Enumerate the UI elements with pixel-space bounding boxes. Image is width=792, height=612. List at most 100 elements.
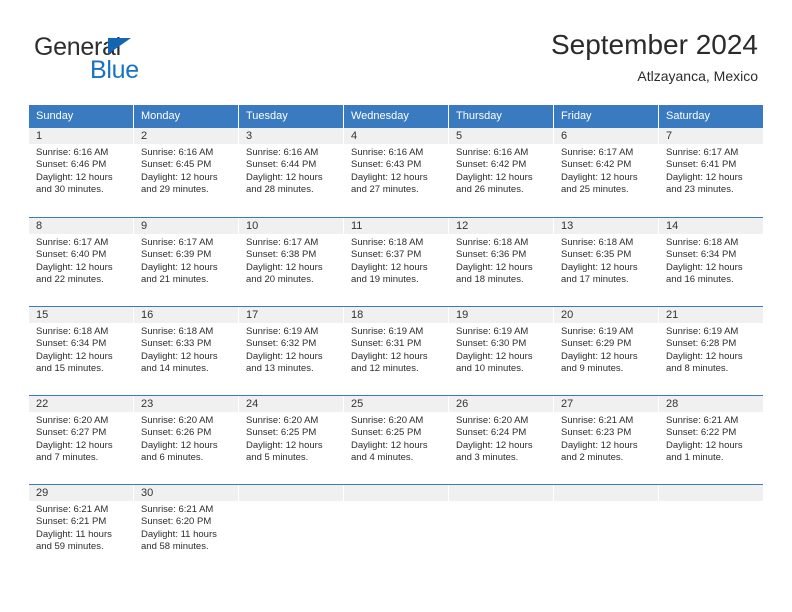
day-details: Sunrise: 6:17 AM Sunset: 6:39 PM Daylight:… [134, 234, 238, 287]
sunset-text: Sunset: 6:36 PM [456, 249, 527, 261]
sunset-text: Sunset: 6:30 PM [456, 338, 527, 350]
sunrise-text: Sunrise: 6:20 AM [246, 415, 319, 426]
sunset-text: Sunset: 6:43 PM [351, 159, 422, 171]
day-cell[interactable]: 18 Sunrise: 6:19 AM Sunset: 6:31 PM Dayligh… [344, 307, 449, 395]
calendar-grid: Sunday Monday Tuesday Wednesday Thursday… [29, 105, 763, 573]
daylight-text: Daylight: 12 hours and 4 minutes. [351, 439, 428, 464]
page-title: September 2024 [550, 29, 758, 60]
sunrise-text: Sunrise: 6:19 AM [561, 326, 634, 337]
day-number: 19 [449, 307, 553, 323]
day-number: 25 [344, 396, 448, 412]
day-details: Sunrise: 6:16 AM Sunset: 6:42 PM Daylight:… [449, 144, 553, 197]
day-details: Sunrise: 6:16 AM Sunset: 6:45 PM Daylight:… [134, 144, 238, 197]
day-number: 15 [29, 307, 133, 323]
day-number: 8 [29, 218, 133, 234]
daylight-text: Daylight: 12 hours and 2 minutes. [561, 439, 638, 464]
daylight-text: Daylight: 12 hours and 5 minutes. [246, 439, 323, 464]
day-details: Sunrise: 6:20 AM Sunset: 6:24 PM Daylight:… [449, 412, 553, 465]
sunset-text: Sunset: 6:38 PM [246, 249, 317, 261]
day-cell[interactable]: 16 Sunrise: 6:18 AM Sunset: 6:33 PM Dayligh… [134, 307, 239, 395]
sunrise-text: Sunrise: 6:20 AM [36, 415, 109, 426]
daylight-text: Daylight: 11 hours and 58 minutes. [141, 528, 217, 553]
daylight-text: Daylight: 12 hours and 1 minute. [666, 439, 743, 464]
day-details: Sunrise: 6:21 AM Sunset: 6:23 PM Daylight:… [554, 412, 658, 465]
sunrise-text: Sunrise: 6:18 AM [666, 237, 739, 248]
day-cell[interactable]: 20 Sunrise: 6:19 AM Sunset: 6:29 PM Dayligh… [554, 307, 659, 395]
day-cell[interactable]: 30 Sunrise: 6:21 AM Sunset: 6:20 PM Dayligh… [134, 485, 239, 573]
day-cell[interactable]: 9 Sunrise: 6:17 AM Sunset: 6:39 PM Daylight… [134, 218, 239, 306]
day-number: 12 [449, 218, 553, 234]
day-cell[interactable]: 7 Sunrise: 6:17 AM Sunset: 6:41 PM Daylight… [659, 128, 763, 217]
day-cell-empty [554, 485, 659, 573]
day-number: 11 [344, 218, 448, 234]
daylight-text: Daylight: 12 hours and 30 minutes. [36, 171, 113, 196]
day-number [449, 485, 553, 501]
day-number: 26 [449, 396, 553, 412]
day-cell[interactable]: 29 Sunrise: 6:21 AM Sunset: 6:21 PM Dayligh… [29, 485, 134, 573]
daylight-text: Daylight: 12 hours and 10 minutes. [456, 350, 533, 375]
day-cell[interactable]: 28 Sunrise: 6:21 AM Sunset: 6:22 PM Dayligh… [659, 396, 763, 484]
day-number: 2 [134, 128, 238, 144]
day-details: Sunrise: 6:17 AM Sunset: 6:42 PM Daylight:… [554, 144, 658, 197]
day-cell[interactable]: 17 Sunrise: 6:19 AM Sunset: 6:32 PM Dayligh… [239, 307, 344, 395]
day-number: 14 [659, 218, 763, 234]
sunrise-text: Sunrise: 6:19 AM [246, 326, 319, 337]
sunrise-text: Sunrise: 6:18 AM [36, 326, 109, 337]
day-cell[interactable]: 1 Sunrise: 6:16 AM Sunset: 6:46 PM Daylight… [29, 128, 134, 217]
sunrise-text: Sunrise: 6:18 AM [351, 237, 424, 248]
day-cell[interactable]: 6 Sunrise: 6:17 AM Sunset: 6:42 PM Daylight… [554, 128, 659, 217]
sunset-text: Sunset: 6:25 PM [351, 427, 422, 439]
day-cell[interactable]: 13 Sunrise: 6:18 AM Sunset: 6:35 PM Dayligh… [554, 218, 659, 306]
day-cell[interactable]: 25 Sunrise: 6:20 AM Sunset: 6:25 PM Dayligh… [344, 396, 449, 484]
day-cell[interactable]: 4 Sunrise: 6:16 AM Sunset: 6:43 PM Daylight… [344, 128, 449, 217]
week-row: 29 Sunrise: 6:21 AM Sunset: 6:21 PM Dayligh… [29, 484, 763, 573]
day-number: 1 [29, 128, 133, 144]
day-cell[interactable]: 26 Sunrise: 6:20 AM Sunset: 6:24 PM Dayligh… [449, 396, 554, 484]
sunrise-text: Sunrise: 6:17 AM [246, 237, 319, 248]
day-number: 17 [239, 307, 343, 323]
day-cell[interactable]: 8 Sunrise: 6:17 AM Sunset: 6:40 PM Daylight… [29, 218, 134, 306]
day-cell[interactable]: 24 Sunrise: 6:20 AM Sunset: 6:25 PM Dayligh… [239, 396, 344, 484]
sunrise-text: Sunrise: 6:21 AM [561, 415, 634, 426]
sunrise-text: Sunrise: 6:20 AM [141, 415, 214, 426]
daylight-text: Daylight: 12 hours and 23 minutes. [666, 171, 743, 196]
sunset-text: Sunset: 6:33 PM [141, 338, 212, 350]
daylight-text: Daylight: 12 hours and 16 minutes. [666, 261, 743, 286]
day-details: Sunrise: 6:16 AM Sunset: 6:43 PM Daylight:… [344, 144, 448, 197]
day-cell[interactable]: 23 Sunrise: 6:20 AM Sunset: 6:26 PM Dayligh… [134, 396, 239, 484]
day-cell[interactable]: 11 Sunrise: 6:18 AM Sunset: 6:37 PM Dayligh… [344, 218, 449, 306]
day-number: 10 [239, 218, 343, 234]
day-cell[interactable]: 19 Sunrise: 6:19 AM Sunset: 6:30 PM Dayligh… [449, 307, 554, 395]
day-number [554, 485, 658, 501]
page-header: General Blue September 2024 Atlzayanca, … [0, 0, 792, 100]
day-cell[interactable]: 21 Sunrise: 6:19 AM Sunset: 6:28 PM Dayligh… [659, 307, 763, 395]
day-cell[interactable]: 3 Sunrise: 6:16 AM Sunset: 6:44 PM Daylight… [239, 128, 344, 217]
day-details: Sunrise: 6:16 AM Sunset: 6:46 PM Daylight:… [29, 144, 133, 197]
weekday-header-wednesday: Wednesday [344, 105, 449, 128]
week-row: 15 Sunrise: 6:18 AM Sunset: 6:34 PM Dayligh… [29, 306, 763, 395]
daylight-text: Daylight: 12 hours and 29 minutes. [141, 171, 218, 196]
sunrise-text: Sunrise: 6:19 AM [456, 326, 529, 337]
day-cell[interactable]: 12 Sunrise: 6:18 AM Sunset: 6:36 PM Dayligh… [449, 218, 554, 306]
day-cell[interactable]: 10 Sunrise: 6:17 AM Sunset: 6:38 PM Dayligh… [239, 218, 344, 306]
sunset-text: Sunset: 6:46 PM [36, 159, 107, 171]
sunset-text: Sunset: 6:28 PM [666, 338, 737, 350]
day-cell[interactable]: 22 Sunrise: 6:20 AM Sunset: 6:27 PM Dayligh… [29, 396, 134, 484]
day-cell[interactable]: 5 Sunrise: 6:16 AM Sunset: 6:42 PM Daylight… [449, 128, 554, 217]
daylight-text: Daylight: 12 hours and 6 minutes. [141, 439, 218, 464]
sunrise-text: Sunrise: 6:18 AM [141, 326, 214, 337]
daylight-text: Daylight: 12 hours and 22 minutes. [36, 261, 113, 286]
day-number: 18 [344, 307, 448, 323]
day-cell[interactable]: 15 Sunrise: 6:18 AM Sunset: 6:34 PM Dayligh… [29, 307, 134, 395]
daylight-text: Daylight: 12 hours and 27 minutes. [351, 171, 428, 196]
day-cell[interactable]: 27 Sunrise: 6:21 AM Sunset: 6:23 PM Dayligh… [554, 396, 659, 484]
day-details: Sunrise: 6:20 AM Sunset: 6:26 PM Daylight:… [134, 412, 238, 465]
general-blue-logo[interactable]: General Blue [34, 33, 234, 89]
day-cell[interactable]: 14 Sunrise: 6:18 AM Sunset: 6:34 PM Dayligh… [659, 218, 763, 306]
day-details: Sunrise: 6:17 AM Sunset: 6:40 PM Daylight:… [29, 234, 133, 287]
day-cell[interactable]: 2 Sunrise: 6:16 AM Sunset: 6:45 PM Daylight… [134, 128, 239, 217]
day-details: Sunrise: 6:19 AM Sunset: 6:32 PM Daylight:… [239, 323, 343, 376]
sunrise-text: Sunrise: 6:16 AM [36, 147, 109, 158]
day-number [344, 485, 448, 501]
day-details: Sunrise: 6:18 AM Sunset: 6:37 PM Daylight:… [344, 234, 448, 287]
